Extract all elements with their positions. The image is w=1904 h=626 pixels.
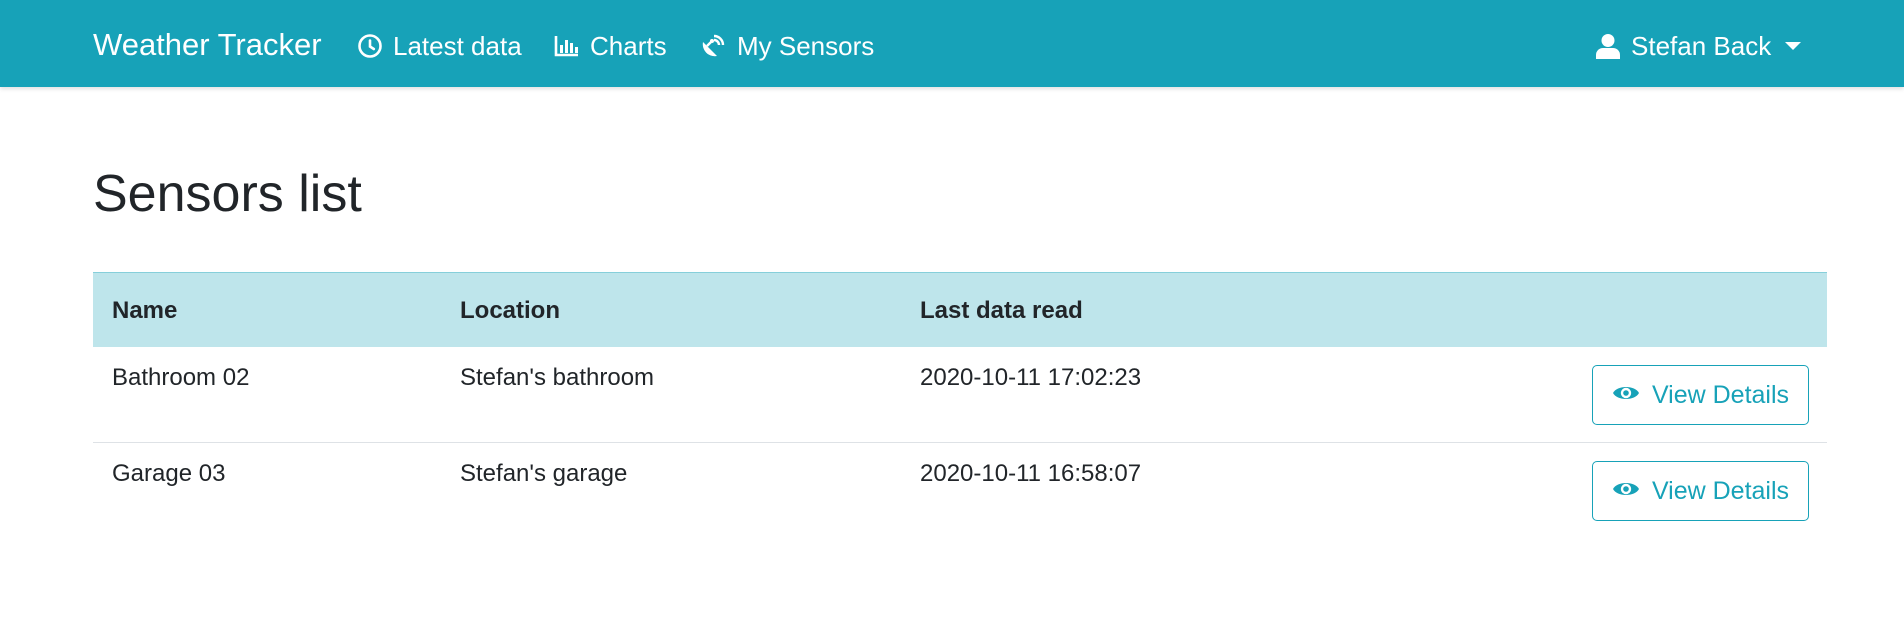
nav-latest-data[interactable]: Latest data xyxy=(357,26,522,66)
nav-latest-data-label: Latest data xyxy=(393,30,522,61)
sensors-table: Name Location Last data read Bathroom 02… xyxy=(93,272,1827,522)
nav-charts-label: Charts xyxy=(590,30,667,61)
view-details-button[interactable]: View Details xyxy=(1592,461,1809,521)
sensor-name: Garage 03 xyxy=(112,460,226,487)
table-row: Bathroom 02 Stefan's bathroom 2020-10-11… xyxy=(93,347,1827,443)
bar-chart-icon xyxy=(554,34,580,58)
sensor-location: Stefan's bathroom xyxy=(460,364,655,391)
header-location: Location xyxy=(460,297,560,324)
nav-charts[interactable]: Charts xyxy=(554,26,667,66)
table-header: Name Location Last data read xyxy=(93,272,1827,347)
nav-my-sensors-label: My Sensors xyxy=(737,30,875,61)
sensor-name: Bathroom 02 xyxy=(112,364,250,391)
user-icon xyxy=(1595,33,1621,59)
header-name: Name xyxy=(112,297,178,324)
page-title: Sensors list xyxy=(93,165,362,223)
sensor-last-read: 2020-10-11 17:02:23 xyxy=(920,364,1142,391)
eye-icon xyxy=(1612,477,1640,506)
user-dropdown[interactable]: Stefan Back xyxy=(1595,26,1802,66)
eye-icon xyxy=(1612,381,1640,410)
view-details-button[interactable]: View Details xyxy=(1592,365,1809,425)
table-row: Garage 03 Stefan's garage 2020-10-11 16:… xyxy=(93,443,1827,539)
satellite-dish-icon xyxy=(699,32,727,60)
chevron-down-icon xyxy=(1785,42,1802,50)
view-details-label: View Details xyxy=(1651,476,1790,505)
brand-link[interactable]: Weather Tracker xyxy=(93,24,322,66)
header-last-data-read: Last data read xyxy=(920,297,1083,324)
sensor-location: Stefan's garage xyxy=(460,460,628,487)
clock-icon xyxy=(357,33,383,59)
sensor-last-read: 2020-10-11 16:58:07 xyxy=(920,460,1142,487)
nav-my-sensors[interactable]: My Sensors xyxy=(699,26,874,66)
user-name: Stefan Back xyxy=(1631,30,1772,61)
view-details-label: View Details xyxy=(1651,380,1790,409)
top-navbar: Weather Tracker Latest data Charts My Se… xyxy=(0,0,1904,87)
